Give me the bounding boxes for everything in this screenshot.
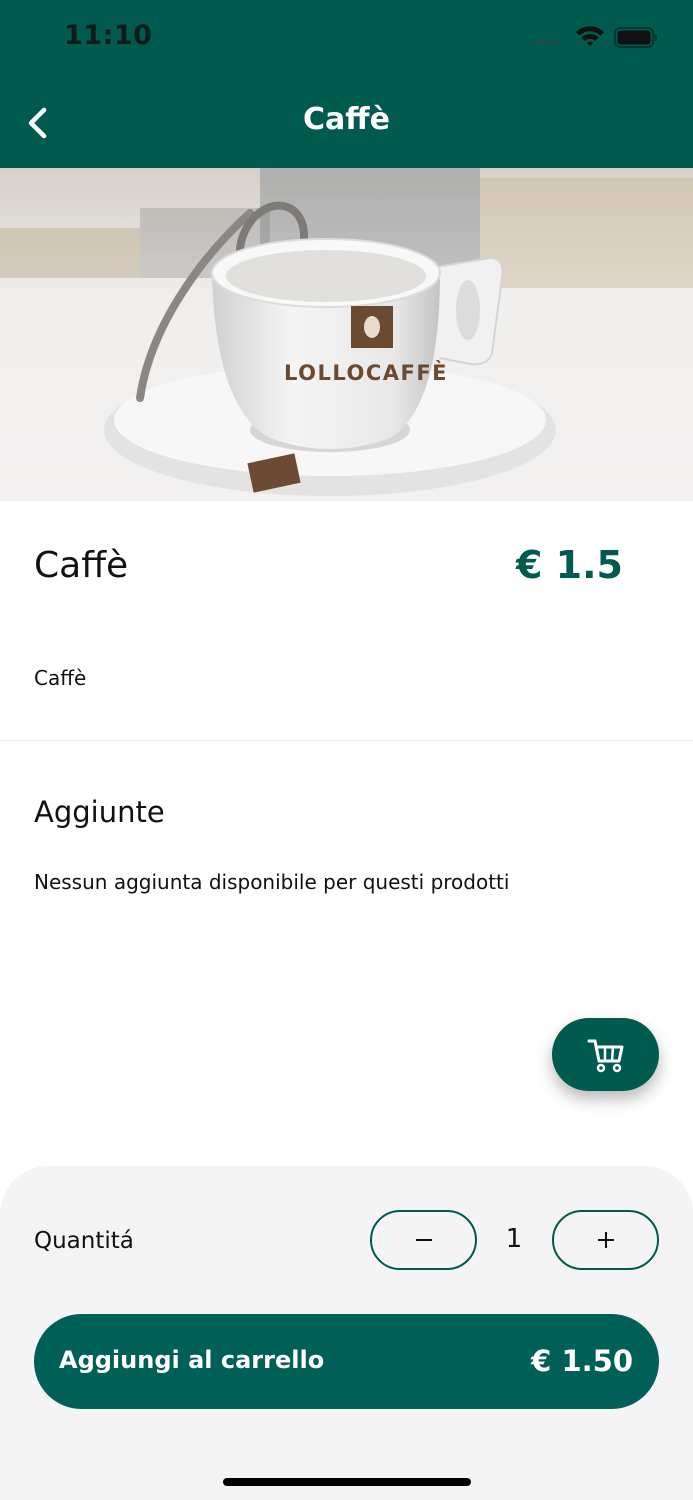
product-price: € 1.5 xyxy=(516,543,623,587)
addons-title: Aggiunte xyxy=(34,795,165,829)
battery-icon xyxy=(614,27,657,48)
home-indicator xyxy=(223,1478,471,1486)
add-to-cart-label: Aggiungi al carrello xyxy=(59,1346,325,1374)
minus-icon xyxy=(415,1239,432,1241)
cup-brand-text: LOLLOCAFFÈ xyxy=(284,360,448,385)
decrease-quantity-button[interactable] xyxy=(370,1210,477,1270)
increase-quantity-button[interactable] xyxy=(552,1210,659,1270)
add-to-cart-button[interactable]: Aggiungi al carrello € 1.50 xyxy=(34,1314,659,1409)
cellular-signal-icon xyxy=(534,40,559,44)
product-description: Caffè xyxy=(34,666,87,690)
product-info: Caffè € 1.5 Caffè xyxy=(0,501,693,741)
wifi-icon xyxy=(576,26,604,46)
addons-empty-message: Nessun aggiunta disponibile per questi p… xyxy=(34,870,510,894)
plus-icon xyxy=(597,1232,614,1248)
status-time: 11:10 xyxy=(64,20,153,51)
cart-button[interactable] xyxy=(552,1018,659,1091)
nav-bar: Caffè xyxy=(0,80,693,168)
status-bar: 11:10 xyxy=(0,0,693,80)
quantity-value: 1 xyxy=(505,1224,523,1254)
add-to-cart-total: € 1.50 xyxy=(531,1344,633,1378)
product-name: Caffè xyxy=(34,545,129,586)
quantity-label: Quantitá xyxy=(34,1228,134,1254)
page-title: Caffè xyxy=(303,102,390,137)
product-image: LOLLOCAFFÈ xyxy=(0,168,693,501)
cart-icon xyxy=(587,1039,623,1072)
bottom-sheet: Quantitá 1 Aggiungi al carrello € 1.50 xyxy=(0,1166,693,1500)
